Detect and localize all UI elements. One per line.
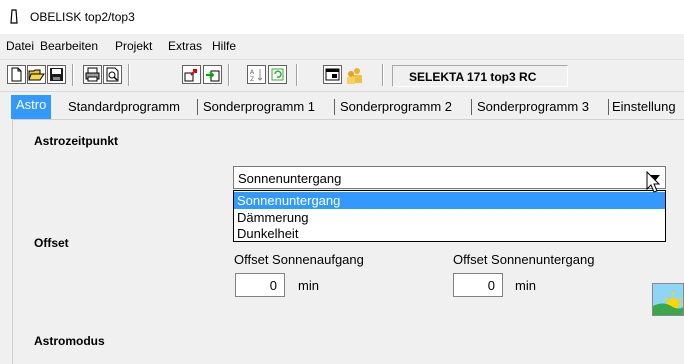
offset-sunrise-input[interactable]: 0: [235, 273, 285, 297]
dropdown-option-daemmerung[interactable]: Dämmerung: [234, 209, 665, 226]
toolbar: AZ SELEKTA 171 top3 RC: [0, 60, 684, 92]
tab-astro[interactable]: Astro: [11, 95, 52, 119]
tab-separator: [197, 99, 198, 115]
svg-text:Z: Z: [250, 76, 254, 83]
device-label: SELEKTA 171 top3 RC: [392, 65, 568, 87]
astrozeitpunkt-dropdown[interactable]: Sonnenuntergang: [233, 166, 666, 189]
offset-sunset-label: Offset Sonnenuntergang: [453, 252, 595, 267]
dropdown-selected-value: Sonnenuntergang: [238, 171, 342, 186]
mouse-cursor-icon: [646, 171, 661, 193]
tab-separator: [608, 99, 609, 115]
menu-bearbeiten[interactable]: Bearbeiten: [40, 39, 98, 53]
offset-sunrise-label: Offset Sonnenaufgang: [234, 252, 364, 267]
offset-sunset-unit: min: [515, 278, 536, 293]
svg-text:A: A: [250, 69, 255, 76]
title-bar: OBELISK top2/top3: [0, 0, 684, 34]
dropdown-option-sonnenuntergang[interactable]: Sonnenuntergang: [234, 192, 665, 209]
dropdown-list: Sonnenuntergang Dämmerung Dunkelheit: [233, 190, 666, 242]
offset-label: Offset: [34, 236, 69, 250]
toolbar-separator: [228, 64, 230, 86]
upload-icon[interactable]: [182, 65, 201, 84]
print-preview-icon[interactable]: [103, 65, 122, 84]
print-icon[interactable]: [83, 65, 102, 84]
toolbar-separator: [382, 64, 384, 86]
toolbar-separator: [128, 64, 130, 86]
window-title: OBELISK top2/top3: [30, 10, 135, 24]
toolbar-separator: [296, 64, 298, 86]
menu-hilfe[interactable]: Hilfe: [212, 39, 236, 53]
users-icon[interactable]: [344, 65, 363, 84]
sunrise-icon: [653, 284, 683, 315]
tab-sonderprogramm-2[interactable]: Sonderprogramm 2: [340, 96, 452, 118]
tab-bar: Astro Standardprogramm Sonderprogramm 1 …: [0, 95, 684, 119]
offset-sunrise-unit: min: [298, 278, 319, 293]
menu-datei[interactable]: Datei: [6, 39, 34, 53]
tab-sonderprogramm-1[interactable]: Sonderprogramm 1: [203, 96, 315, 118]
open-folder-icon[interactable]: [27, 65, 46, 84]
menu-extras[interactable]: Extras: [168, 39, 202, 53]
obelisk-app-icon: [10, 9, 18, 24]
menu-projekt[interactable]: Projekt: [115, 39, 152, 53]
window-icon[interactable]: [323, 65, 342, 84]
toolbar-separator: [72, 64, 74, 86]
save-icon[interactable]: [47, 65, 66, 84]
sun-button[interactable]: [652, 283, 684, 316]
new-document-icon[interactable]: [7, 65, 26, 84]
refresh-icon[interactable]: [268, 65, 287, 84]
menu-bar: Datei Bearbeiten Projekt Extras Hilfe: [0, 34, 684, 60]
tab-sonderprogramm-3[interactable]: Sonderprogramm 3: [477, 96, 589, 118]
tab-standardprogramm[interactable]: Standardprogramm: [68, 96, 180, 118]
tab-separator: [471, 99, 472, 115]
tab-einstellung[interactable]: Einstellung: [612, 96, 676, 118]
astromodus-label: Astromodus: [34, 334, 105, 348]
sort-icon[interactable]: AZ: [247, 65, 266, 84]
dropdown-option-dunkelheit[interactable]: Dunkelheit: [234, 225, 665, 242]
offset-sunset-input[interactable]: 0: [453, 273, 503, 297]
astrozeitpunkt-label: Astrozeitpunkt: [34, 134, 118, 148]
tab-separator: [334, 99, 335, 115]
download-icon[interactable]: [203, 65, 222, 84]
